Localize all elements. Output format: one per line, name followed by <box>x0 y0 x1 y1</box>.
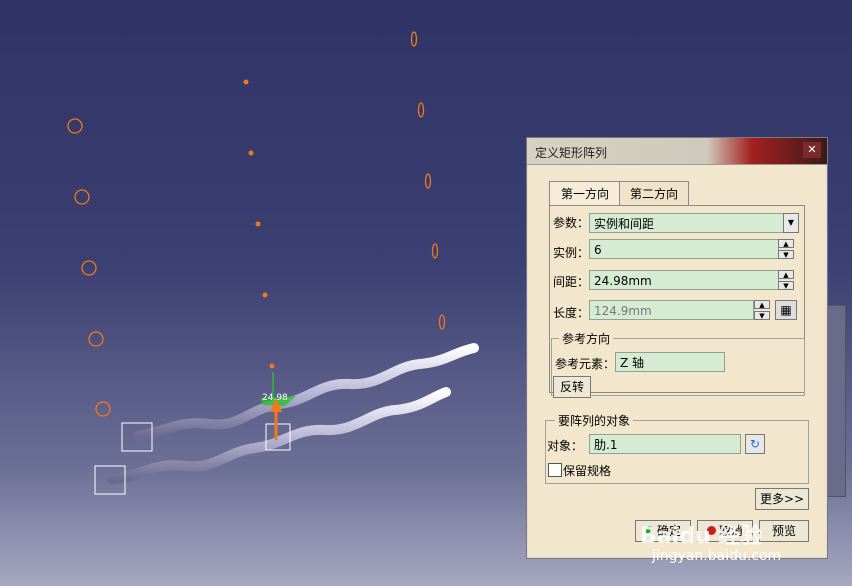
object-input[interactable]: 肋.1 <box>589 434 741 454</box>
preview-button[interactable]: 预览 <box>759 520 809 542</box>
spacing-spinner[interactable]: ▲ ▼ <box>778 270 794 290</box>
rect-pattern-dialog: 定义矩形阵列 ✕ 第一方向 第二方向 参数： 实例和间距 ▼ 实例： 6 ▲ ▼ … <box>526 137 828 559</box>
selection-boxes <box>94 422 291 495</box>
spacing-input[interactable]: 24.98mm <box>589 270 779 290</box>
keep-spec-checkbox[interactable] <box>548 463 562 477</box>
chevron-down-icon[interactable]: ▼ <box>783 213 799 233</box>
watermark-logo: Baidu 经验 <box>640 524 763 549</box>
params-dropdown[interactable]: 实例和间距 <box>589 213 799 233</box>
ref-element-input[interactable]: Z 轴 <box>615 352 725 372</box>
instances-spinner[interactable]: ▲ ▼ <box>778 239 794 259</box>
more-button[interactable]: 更多>> <box>755 488 809 510</box>
select-object-icon[interactable]: ↻ <box>745 434 765 454</box>
tab-second-direction[interactable]: 第二方向 <box>619 181 689 206</box>
close-button[interactable]: ✕ <box>803 142 821 158</box>
params-label: 参数： <box>553 216 590 230</box>
length-spinner: ▲ ▼ <box>754 300 770 320</box>
reference-direction-legend: 参考方向 <box>559 330 614 347</box>
length-label: 长度： <box>553 306 590 320</box>
compass-label: 24.98 <box>262 393 288 403</box>
spacing-label: 间距： <box>553 275 590 289</box>
reverse-button[interactable]: 反转 <box>553 376 591 398</box>
pattern-points <box>243 79 275 369</box>
dialog-title: 定义矩形阵列 <box>535 146 608 160</box>
rib-tube-upper[interactable] <box>133 343 479 441</box>
instances-label: 实例： <box>553 246 590 260</box>
ref-element-label: 参考元素： <box>555 357 616 371</box>
object-label: 对象： <box>547 439 584 453</box>
length-input: 124.9mm <box>589 300 754 320</box>
measure-icon[interactable]: ▦ <box>775 300 797 320</box>
keep-spec-label: 保留规格 <box>563 464 612 478</box>
objects-legend: 要阵列的对象 <box>555 412 634 429</box>
watermark-url: jingyan.baidu.com <box>652 548 782 564</box>
side-toolbar[interactable] <box>826 305 846 497</box>
tab-first-direction[interactable]: 第一方向 <box>549 181 621 206</box>
dialog-titlebar[interactable]: 定义矩形阵列 ✕ <box>527 138 827 165</box>
instances-input[interactable]: 6 <box>589 239 779 259</box>
